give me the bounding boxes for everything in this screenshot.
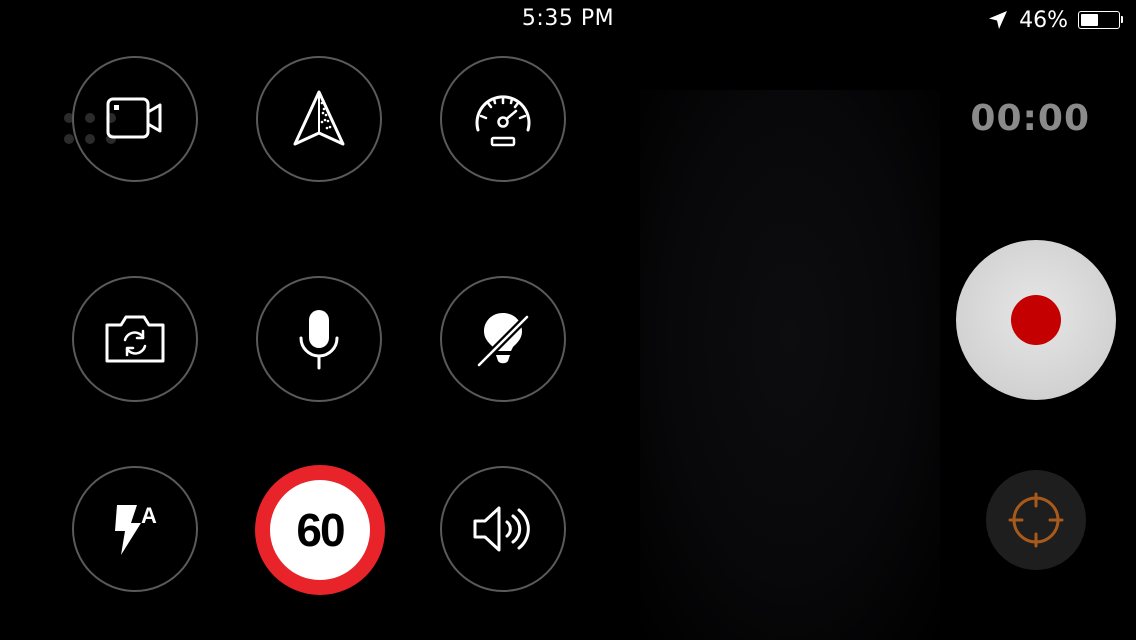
crosshair-icon — [1008, 492, 1064, 548]
speed-limit-button[interactable]: 60 — [255, 465, 385, 595]
battery-icon — [1078, 11, 1123, 29]
focus-button[interactable] — [986, 470, 1086, 570]
speaker-volume-icon — [473, 506, 530, 552]
navigation-button[interactable] — [256, 56, 382, 182]
speaker-button[interactable] — [440, 466, 566, 592]
location-arrow-icon — [989, 11, 1008, 29]
navigation-arrow-icon — [293, 90, 345, 146]
speed-limit-value: 60 — [296, 504, 345, 556]
camera-switch-icon — [105, 315, 165, 363]
status-bar-right: 46% — [987, 6, 1123, 34]
lightbulb-off-icon — [476, 313, 530, 368]
battery-percent: 46% — [1019, 7, 1068, 33]
flash-auto-icon: A — [115, 503, 157, 555]
microphone-button[interactable] — [256, 276, 382, 402]
light-off-button[interactable] — [440, 276, 566, 402]
status-time: 5:35 PM — [521, 6, 615, 31]
speed-limit-sign-icon: 60 — [270, 480, 370, 580]
microphone-icon — [299, 310, 339, 370]
flash-auto-label: A — [141, 503, 157, 528]
video-camera-icon — [106, 97, 162, 139]
record-dot-icon — [1011, 295, 1061, 345]
camera-preview — [640, 90, 940, 640]
speedometer-icon — [475, 95, 531, 147]
switch-camera-button[interactable] — [72, 276, 198, 402]
camera-screen: 5:35 PM 46% A 60 00:00 — [0, 0, 1136, 640]
record-button[interactable] — [956, 240, 1116, 400]
recording-timer: 00:00 — [970, 98, 1090, 139]
video-mode-button[interactable] — [72, 56, 198, 182]
speedometer-button[interactable] — [440, 56, 566, 182]
flash-auto-button[interactable]: A — [72, 466, 198, 592]
